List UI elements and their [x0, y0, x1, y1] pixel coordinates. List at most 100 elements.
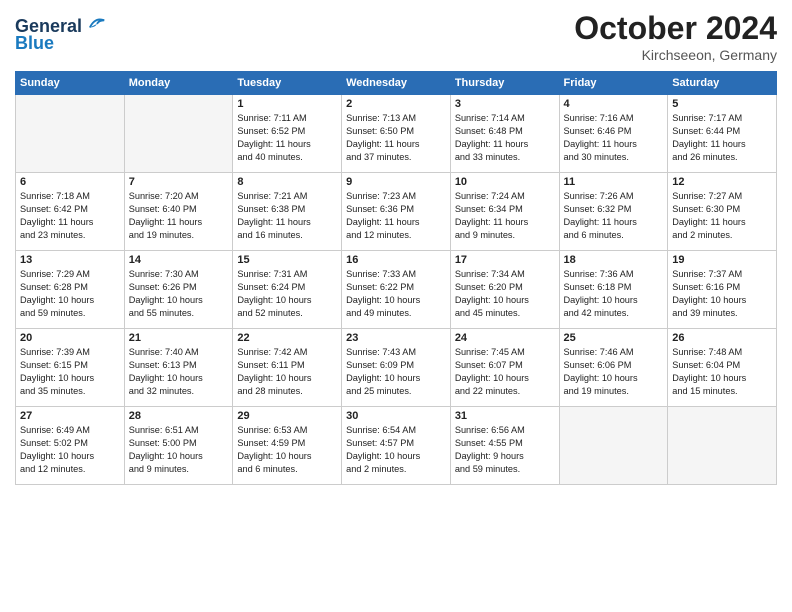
day-info: Sunrise: 7:36 AM Sunset: 6:18 PM Dayligh…	[564, 268, 664, 320]
day-info: Sunrise: 7:14 AM Sunset: 6:48 PM Dayligh…	[455, 112, 555, 164]
day-number: 5	[672, 98, 772, 110]
day-info: Sunrise: 7:20 AM Sunset: 6:40 PM Dayligh…	[129, 190, 229, 242]
weekday-header-sunday: Sunday	[16, 72, 125, 95]
day-info: Sunrise: 7:29 AM Sunset: 6:28 PM Dayligh…	[20, 268, 120, 320]
day-number: 31	[455, 410, 555, 422]
day-number: 21	[129, 332, 229, 344]
day-number: 17	[455, 254, 555, 266]
week-row-1: 1 Sunrise: 7:11 AM Sunset: 6:52 PM Daylig…	[16, 95, 777, 173]
calendar-cell: 12Sunrise: 7:27 AM Sunset: 6:30 PM Dayli…	[668, 173, 777, 251]
weekday-header-wednesday: Wednesday	[342, 72, 451, 95]
week-row-3: 13 Sunrise: 7:29 AM Sunset: 6:28 PM Dayli…	[16, 251, 777, 329]
calendar-cell: 13 Sunrise: 7:29 AM Sunset: 6:28 PM Dayli…	[16, 251, 125, 329]
day-number: 27	[20, 410, 120, 422]
month-title: October 2024	[574, 10, 777, 47]
location: Kirchseeon, Germany	[574, 47, 777, 63]
weekday-header-thursday: Thursday	[450, 72, 559, 95]
calendar-cell: 23 Sunrise: 7:43 AM Sunset: 6:09 PM Dayli…	[342, 329, 451, 407]
calendar-cell: 31 Sunrise: 6:56 AM Sunset: 4:55 PM Dayli…	[450, 407, 559, 485]
day-info: Sunrise: 7:30 AM Sunset: 6:26 PM Dayligh…	[129, 268, 229, 320]
calendar-cell: 29 Sunrise: 6:53 AM Sunset: 4:59 PM Dayli…	[233, 407, 342, 485]
day-info: Sunrise: 7:16 AM Sunset: 6:46 PM Dayligh…	[564, 112, 664, 164]
day-number: 28	[129, 410, 229, 422]
week-row-4: 20 Sunrise: 7:39 AM Sunset: 6:15 PM Dayli…	[16, 329, 777, 407]
logo: General Blue	[15, 14, 106, 54]
calendar-cell: 11 Sunrise: 7:26 AM Sunset: 6:32 PM Dayli…	[559, 173, 668, 251]
day-number: 30	[346, 410, 446, 422]
day-number: 7	[129, 176, 229, 188]
day-number: 20	[20, 332, 120, 344]
calendar-cell: 4 Sunrise: 7:16 AM Sunset: 6:46 PM Daylig…	[559, 95, 668, 173]
day-number: 4	[564, 98, 664, 110]
week-row-2: 6 Sunrise: 7:18 AM Sunset: 6:42 PM Daylig…	[16, 173, 777, 251]
day-number: 14	[129, 254, 229, 266]
calendar-table: SundayMondayTuesdayWednesdayThursdayFrid…	[15, 71, 777, 485]
day-number: 3	[455, 98, 555, 110]
calendar-cell: 25Sunrise: 7:46 AM Sunset: 6:06 PM Dayli…	[559, 329, 668, 407]
calendar-cell	[16, 95, 125, 173]
weekday-header-saturday: Saturday	[668, 72, 777, 95]
calendar-cell: 5 Sunrise: 7:17 AM Sunset: 6:44 PM Daylig…	[668, 95, 777, 173]
day-number: 2	[346, 98, 446, 110]
calendar-cell: 18Sunrise: 7:36 AM Sunset: 6:18 PM Dayli…	[559, 251, 668, 329]
calendar-cell: 19 Sunrise: 7:37 AM Sunset: 6:16 PM Dayli…	[668, 251, 777, 329]
day-number: 8	[237, 176, 337, 188]
day-info: Sunrise: 7:18 AM Sunset: 6:42 PM Dayligh…	[20, 190, 120, 242]
day-info: Sunrise: 7:48 AM Sunset: 6:04 PM Dayligh…	[672, 346, 772, 398]
weekday-header-tuesday: Tuesday	[233, 72, 342, 95]
day-info: Sunrise: 6:49 AM Sunset: 5:02 PM Dayligh…	[20, 424, 120, 476]
calendar-cell: 20 Sunrise: 7:39 AM Sunset: 6:15 PM Dayli…	[16, 329, 125, 407]
calendar-cell: 28 Sunrise: 6:51 AM Sunset: 5:00 PM Dayli…	[124, 407, 233, 485]
day-number: 15	[237, 254, 337, 266]
day-info: Sunrise: 7:11 AM Sunset: 6:52 PM Dayligh…	[237, 112, 337, 164]
day-info: Sunrise: 7:45 AM Sunset: 6:07 PM Dayligh…	[455, 346, 555, 398]
calendar-cell: 15 Sunrise: 7:31 AM Sunset: 6:24 PM Dayli…	[233, 251, 342, 329]
day-info: Sunrise: 6:51 AM Sunset: 5:00 PM Dayligh…	[129, 424, 229, 476]
week-row-5: 27 Sunrise: 6:49 AM Sunset: 5:02 PM Dayli…	[16, 407, 777, 485]
calendar-cell: 16 Sunrise: 7:33 AM Sunset: 6:22 PM Dayli…	[342, 251, 451, 329]
day-number: 9	[346, 176, 446, 188]
calendar-cell: 22Sunrise: 7:42 AM Sunset: 6:11 PM Dayli…	[233, 329, 342, 407]
day-number: 10	[455, 176, 555, 188]
calendar-cell	[668, 407, 777, 485]
day-info: Sunrise: 6:56 AM Sunset: 4:55 PM Dayligh…	[455, 424, 555, 476]
day-info: Sunrise: 6:54 AM Sunset: 4:57 PM Dayligh…	[346, 424, 446, 476]
main-container: General Blue October 2024 Kirchseeon, Ge…	[0, 0, 792, 495]
calendar-cell: 10Sunrise: 7:24 AM Sunset: 6:34 PM Dayli…	[450, 173, 559, 251]
day-number: 19	[672, 254, 772, 266]
day-info: Sunrise: 7:43 AM Sunset: 6:09 PM Dayligh…	[346, 346, 446, 398]
day-number: 13	[20, 254, 120, 266]
calendar-cell	[124, 95, 233, 173]
day-number: 11	[564, 176, 664, 188]
calendar-cell: 14 Sunrise: 7:30 AM Sunset: 6:26 PM Dayli…	[124, 251, 233, 329]
day-number: 23	[346, 332, 446, 344]
day-info: Sunrise: 6:53 AM Sunset: 4:59 PM Dayligh…	[237, 424, 337, 476]
day-info: Sunrise: 7:17 AM Sunset: 6:44 PM Dayligh…	[672, 112, 772, 164]
calendar-cell: 17 Sunrise: 7:34 AM Sunset: 6:20 PM Dayli…	[450, 251, 559, 329]
logo-bird-icon	[88, 14, 106, 32]
day-number: 1	[237, 98, 337, 110]
day-number: 24	[455, 332, 555, 344]
day-info: Sunrise: 7:31 AM Sunset: 6:24 PM Dayligh…	[237, 268, 337, 320]
calendar-cell: 6 Sunrise: 7:18 AM Sunset: 6:42 PM Daylig…	[16, 173, 125, 251]
day-info: Sunrise: 7:34 AM Sunset: 6:20 PM Dayligh…	[455, 268, 555, 320]
day-info: Sunrise: 7:26 AM Sunset: 6:32 PM Dayligh…	[564, 190, 664, 242]
day-info: Sunrise: 7:42 AM Sunset: 6:11 PM Dayligh…	[237, 346, 337, 398]
day-number: 12	[672, 176, 772, 188]
day-info: Sunrise: 7:37 AM Sunset: 6:16 PM Dayligh…	[672, 268, 772, 320]
header: General Blue October 2024 Kirchseeon, Ge…	[15, 10, 777, 63]
day-info: Sunrise: 7:46 AM Sunset: 6:06 PM Dayligh…	[564, 346, 664, 398]
weekday-header-friday: Friday	[559, 72, 668, 95]
day-number: 6	[20, 176, 120, 188]
day-info: Sunrise: 7:21 AM Sunset: 6:38 PM Dayligh…	[237, 190, 337, 242]
calendar-cell: 26Sunrise: 7:48 AM Sunset: 6:04 PM Dayli…	[668, 329, 777, 407]
day-number: 16	[346, 254, 446, 266]
calendar-cell	[559, 407, 668, 485]
day-info: Sunrise: 7:13 AM Sunset: 6:50 PM Dayligh…	[346, 112, 446, 164]
calendar-cell: 9Sunrise: 7:23 AM Sunset: 6:36 PM Daylig…	[342, 173, 451, 251]
day-number: 29	[237, 410, 337, 422]
day-info: Sunrise: 7:33 AM Sunset: 6:22 PM Dayligh…	[346, 268, 446, 320]
calendar-cell: 1 Sunrise: 7:11 AM Sunset: 6:52 PM Daylig…	[233, 95, 342, 173]
calendar-cell: 3 Sunrise: 7:14 AM Sunset: 6:48 PM Daylig…	[450, 95, 559, 173]
day-info: Sunrise: 7:39 AM Sunset: 6:15 PM Dayligh…	[20, 346, 120, 398]
